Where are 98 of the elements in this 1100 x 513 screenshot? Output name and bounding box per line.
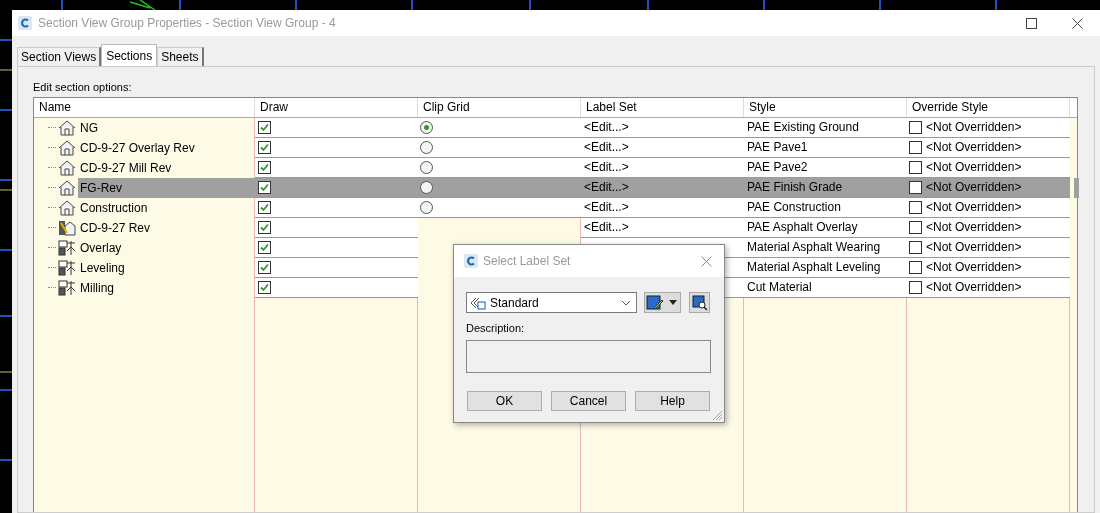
dropdown-value: Standard bbox=[490, 294, 540, 312]
checkbox[interactable] bbox=[909, 200, 922, 214]
dialog-button[interactable]: Cancel bbox=[551, 390, 626, 411]
table-cell: PAE Asphalt Overlay bbox=[744, 217, 907, 238]
column-header[interactable]: Override Style bbox=[907, 97, 1070, 117]
checkbox[interactable] bbox=[258, 260, 271, 274]
tree-item[interactable]: CD-9-27 Mill Rev bbox=[78, 157, 255, 178]
app-logo-icon bbox=[464, 254, 478, 268]
chevron-down-icon bbox=[621, 299, 631, 306]
checkbox[interactable] bbox=[909, 140, 922, 154]
close-icon bbox=[1071, 17, 1083, 29]
tree-item[interactable]: Construction bbox=[78, 197, 255, 218]
tree-item[interactable]: Overlay bbox=[78, 237, 255, 258]
material-icon bbox=[58, 279, 76, 296]
material-icon bbox=[58, 259, 76, 276]
table-cell[interactable]: <Edit...> bbox=[581, 137, 744, 158]
description-field[interactable] bbox=[466, 339, 711, 373]
radio-button[interactable] bbox=[420, 140, 433, 154]
checkbox[interactable] bbox=[258, 140, 271, 154]
material-icon bbox=[58, 239, 76, 256]
override-text: <Not Overridden> bbox=[926, 159, 1022, 176]
radio-button[interactable] bbox=[420, 200, 433, 214]
override-text: <Not Overridden> bbox=[926, 119, 1022, 136]
tree-item[interactable]: FG-Rev bbox=[78, 177, 255, 198]
tab[interactable]: Sections bbox=[101, 44, 158, 66]
radio-button[interactable] bbox=[420, 180, 433, 194]
checkbox[interactable] bbox=[258, 240, 271, 254]
radio-button[interactable] bbox=[420, 120, 433, 134]
label-set-dropdown[interactable]: Standard bbox=[466, 292, 637, 313]
table-cell: PAE Construction bbox=[744, 197, 907, 218]
app-logo-icon bbox=[18, 16, 32, 30]
edit-split-button[interactable] bbox=[644, 292, 681, 313]
override-text: <Not Overridden> bbox=[926, 179, 1022, 196]
table-cell[interactable]: <Edit...> bbox=[581, 117, 744, 138]
dialog-button[interactable]: OK bbox=[467, 390, 542, 411]
table-cell: PAE Existing Ground bbox=[744, 117, 907, 138]
section-icon bbox=[58, 179, 76, 196]
browse-button[interactable] bbox=[689, 292, 710, 313]
section-icon bbox=[58, 139, 76, 156]
window-title: Section View Group Properties - Section View Group - 4 bbox=[38, 15, 336, 32]
table-cell[interactable]: <Edit...> bbox=[581, 157, 744, 178]
tree-item[interactable]: CD-9-27 Overlay Rev bbox=[78, 137, 255, 158]
tree-item[interactable]: NG bbox=[78, 117, 255, 138]
checkbox[interactable] bbox=[909, 260, 922, 274]
checkbox[interactable] bbox=[909, 280, 922, 294]
column-header[interactable]: Clip Grid bbox=[418, 97, 581, 117]
checkbox[interactable] bbox=[258, 280, 271, 294]
table-cell: Material Asphalt Wearing bbox=[744, 237, 907, 258]
maximize-icon bbox=[1025, 17, 1037, 29]
search-icon bbox=[691, 294, 708, 311]
table-cell: PAE Pave2 bbox=[744, 157, 907, 178]
tab[interactable]: Section Views bbox=[17, 47, 102, 66]
table-cell: Cut Material bbox=[744, 277, 907, 298]
section-icon bbox=[58, 219, 76, 236]
override-text: <Not Overridden> bbox=[926, 279, 1022, 296]
override-text: <Not Overridden> bbox=[926, 139, 1022, 156]
checkbox[interactable] bbox=[258, 180, 271, 194]
checkbox[interactable] bbox=[258, 200, 271, 214]
table-cell: Material Asphalt Leveling bbox=[744, 257, 907, 278]
column-header[interactable]: Draw bbox=[255, 97, 418, 117]
checkbox[interactable] bbox=[909, 120, 922, 134]
label-set-icon bbox=[470, 295, 486, 310]
section-icon bbox=[58, 199, 76, 216]
tree-item[interactable]: Milling bbox=[78, 277, 255, 298]
section-icon bbox=[58, 159, 76, 176]
column-header[interactable]: Name bbox=[34, 97, 255, 117]
table-cell: PAE Pave1 bbox=[744, 137, 907, 158]
override-text: <Not Overridden> bbox=[926, 199, 1022, 216]
override-text: <Not Overridden> bbox=[926, 219, 1022, 236]
checkbox[interactable] bbox=[909, 180, 922, 194]
tab[interactable]: Sheets bbox=[157, 47, 204, 66]
table-cell[interactable]: <Edit...> bbox=[581, 197, 744, 218]
description-label: Description: bbox=[466, 321, 526, 336]
section-caption: Edit section options: bbox=[33, 80, 133, 95]
dialog-button[interactable]: Help bbox=[635, 390, 710, 411]
selection-marker bbox=[1074, 177, 1079, 198]
tree-item[interactable]: CD-9-27 Rev bbox=[78, 217, 255, 238]
checkbox[interactable] bbox=[909, 160, 922, 174]
close-icon bbox=[700, 255, 712, 267]
table-cell: PAE Finish Grade bbox=[744, 177, 907, 198]
table-cell[interactable]: <Edit...> bbox=[581, 217, 744, 238]
dialog-title: Select Label Set bbox=[483, 253, 571, 270]
radio-button[interactable] bbox=[420, 160, 433, 174]
caret-icon bbox=[669, 300, 677, 305]
checkbox[interactable] bbox=[258, 120, 271, 134]
checkbox[interactable] bbox=[909, 220, 922, 234]
table-cell[interactable]: <Edit...> bbox=[581, 177, 744, 198]
section-icon bbox=[58, 119, 76, 136]
override-text: <Not Overridden> bbox=[926, 239, 1022, 256]
checkbox[interactable] bbox=[258, 220, 271, 234]
checkbox[interactable] bbox=[258, 160, 271, 174]
tree-item[interactable]: Leveling bbox=[78, 257, 255, 278]
edit-icon bbox=[646, 294, 664, 311]
column-header[interactable]: Label Set bbox=[581, 97, 744, 117]
checkbox[interactable] bbox=[909, 240, 922, 254]
column-header[interactable]: Style bbox=[744, 97, 907, 117]
resize-grip-icon bbox=[713, 411, 723, 421]
override-text: <Not Overridden> bbox=[926, 259, 1022, 276]
